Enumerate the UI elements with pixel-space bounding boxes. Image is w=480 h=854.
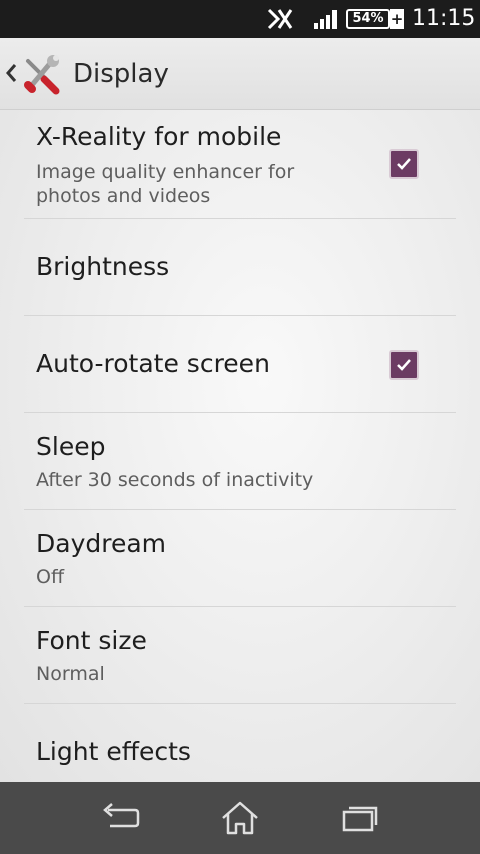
setting-title: Brightness bbox=[36, 252, 170, 281]
settings-list: X-Reality for mobile Image quality enhan… bbox=[0, 110, 480, 782]
x-reality-checkbox[interactable] bbox=[389, 149, 419, 179]
setting-title: Sleep bbox=[36, 432, 106, 461]
tools-icon[interactable] bbox=[22, 55, 62, 95]
setting-title: Auto-rotate screen bbox=[36, 349, 270, 378]
setting-summary: After 30 seconds of inactivity bbox=[36, 469, 314, 491]
battery-icon: 54% bbox=[346, 9, 390, 29]
setting-summary: Image quality enhancer for bbox=[36, 161, 295, 183]
page-title: Display bbox=[73, 59, 169, 89]
setting-title: Daydream bbox=[36, 529, 167, 558]
action-bar: Display bbox=[0, 38, 480, 110]
setting-font-size[interactable]: Font size Normal bbox=[24, 607, 456, 704]
home-icon[interactable] bbox=[218, 800, 262, 836]
back-icon[interactable] bbox=[98, 800, 142, 836]
setting-summary: photos and videos bbox=[36, 185, 211, 207]
setting-title: Light effects bbox=[36, 737, 191, 766]
setting-daydream[interactable]: Daydream Off bbox=[24, 510, 456, 607]
check-icon bbox=[397, 158, 411, 170]
clock: 11:15 bbox=[412, 6, 476, 31]
setting-title: Font size bbox=[36, 626, 147, 655]
setting-summary: Off bbox=[36, 566, 65, 588]
vibrate-icon bbox=[267, 8, 293, 30]
setting-brightness[interactable]: Brightness bbox=[24, 219, 456, 316]
auto-rotate-checkbox[interactable] bbox=[389, 350, 419, 380]
status-bar: 54% + 11:15 bbox=[0, 0, 480, 38]
setting-summary: Normal bbox=[36, 663, 105, 685]
charging-indicator: + bbox=[390, 9, 404, 29]
signal-icon bbox=[314, 10, 337, 29]
navigation-bar bbox=[0, 782, 480, 854]
back-chevron-icon[interactable] bbox=[4, 60, 18, 86]
recents-icon[interactable] bbox=[338, 800, 382, 836]
setting-light-effects[interactable]: Light effects bbox=[24, 704, 456, 782]
setting-auto-rotate[interactable]: Auto-rotate screen bbox=[24, 316, 456, 413]
check-icon bbox=[397, 359, 411, 371]
setting-title: X-Reality for mobile bbox=[36, 122, 282, 151]
setting-sleep[interactable]: Sleep After 30 seconds of inactivity bbox=[24, 413, 456, 510]
setting-x-reality[interactable]: X-Reality for mobile Image quality enhan… bbox=[24, 110, 456, 219]
